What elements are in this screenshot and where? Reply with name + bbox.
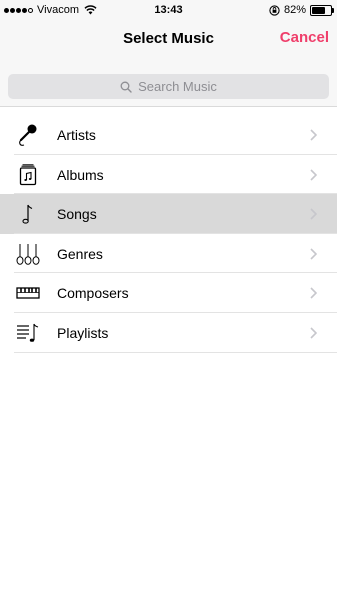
chevron-right-icon xyxy=(310,327,317,339)
list-item-songs[interactable]: Songs xyxy=(0,194,337,234)
list-item-composers[interactable]: Composers xyxy=(0,273,337,313)
status-right: 82% xyxy=(269,3,334,17)
music-note-icon xyxy=(22,204,33,224)
list-item-artists[interactable]: Artists xyxy=(0,115,337,155)
orientation-lock-icon xyxy=(269,4,280,16)
list-item-label: Songs xyxy=(57,206,97,223)
search-input[interactable]: Search Music xyxy=(8,74,329,99)
piano-keyboard-icon xyxy=(16,287,40,300)
navigation-bar: Select Music Cancel xyxy=(0,20,337,58)
battery-percent: 82% xyxy=(283,4,306,16)
list-item-label: Composers xyxy=(57,285,129,302)
album-icon xyxy=(19,163,37,185)
select-music-screen: Vivacom 13:43 82% Select Music Cancel Se… xyxy=(0,0,337,600)
chevron-right-icon xyxy=(310,169,317,181)
list-item-label: Playlists xyxy=(57,324,109,341)
search-icon xyxy=(120,81,132,93)
search-bar: Search Music xyxy=(0,58,337,107)
category-list: Artists Albums Songs Genres Composers Pl… xyxy=(0,115,337,353)
list-item-label: Genres xyxy=(57,245,103,262)
microphone-icon xyxy=(19,124,37,146)
search-placeholder: Search Music xyxy=(138,79,217,94)
chevron-right-icon xyxy=(310,208,317,220)
chevron-right-icon xyxy=(310,287,317,299)
chevron-right-icon xyxy=(310,248,317,260)
cancel-button[interactable]: Cancel xyxy=(280,29,329,47)
guitars-icon xyxy=(16,243,40,265)
chevron-right-icon xyxy=(310,129,317,141)
playlist-icon xyxy=(17,323,39,342)
list-item-genres[interactable]: Genres xyxy=(0,234,337,274)
status-bar: Vivacom 13:43 82% xyxy=(0,0,337,20)
battery-icon xyxy=(310,4,334,16)
list-item-albums[interactable]: Albums xyxy=(0,155,337,195)
list-item-label: Artists xyxy=(57,127,96,143)
list-item-playlists[interactable]: Playlists xyxy=(0,313,337,353)
list-item-label: Albums xyxy=(57,166,104,183)
